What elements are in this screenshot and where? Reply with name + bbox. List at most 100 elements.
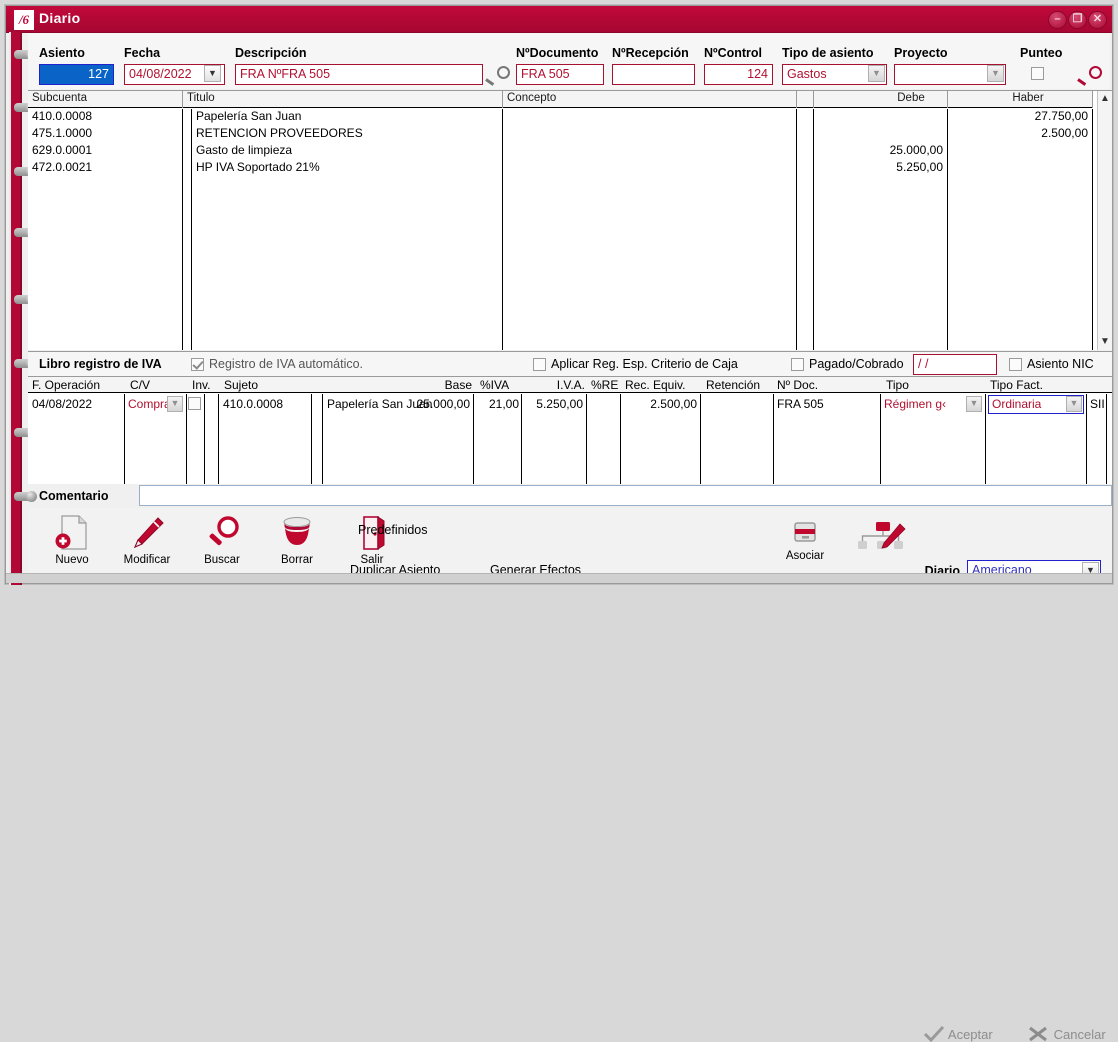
iva-col-pct-iva[interactable]: %IVA	[480, 378, 509, 392]
grid-col-subcuenta[interactable]: Subcuenta	[32, 92, 87, 104]
asociar-button[interactable]: Asociar	[770, 520, 840, 562]
cv-chevron-down-icon[interactable]: ▼	[167, 396, 183, 412]
cell-tipo[interactable]: Régimen g‹	[884, 397, 946, 411]
asiento-header-form: Asiento 127 Fecha 04/08/2022 ▼ Descripci…	[28, 33, 1110, 106]
cell-titulo: Papelería San Juan	[196, 109, 302, 123]
table-row[interactable]: 472.0.0021 HP IVA Soportado 21% 5.250,00	[28, 160, 1093, 177]
borrar-button[interactable]: Borrar	[260, 514, 334, 566]
descripcion-input[interactable]: FRA NºFRA 505	[235, 64, 483, 85]
scroll-up-icon[interactable]: ▲	[1098, 91, 1112, 107]
fecha-dropdown-icon[interactable]: ▼	[204, 65, 221, 82]
title-bar[interactable]: /6 Diario – ❐ ✕	[6, 6, 1112, 33]
iva-col-iva[interactable]: I.V.A.	[523, 378, 585, 392]
buscar-button[interactable]: Buscar	[185, 514, 259, 566]
iva-col-n-doc[interactable]: Nº Doc.	[777, 378, 818, 392]
pagado-cobrado-checkbox[interactable]	[791, 358, 804, 371]
grid-vertical-scrollbar[interactable]: ▲ ▼	[1097, 91, 1112, 350]
cell-base: 25.000,00	[416, 397, 470, 411]
comentario-label: Comentario	[39, 489, 109, 503]
criterio-caja-checkbox[interactable]	[533, 358, 546, 371]
registro-iva-automatico-checkbox[interactable]	[191, 358, 204, 371]
inv-checkbox[interactable]	[188, 397, 201, 410]
organigrama-icon[interactable]	[854, 520, 914, 554]
binder-spine	[9, 32, 37, 585]
trash-icon	[260, 514, 334, 552]
scroll-down-icon[interactable]: ▼	[1098, 334, 1112, 350]
cell-pct-iva: 21,00	[488, 397, 519, 411]
comentario-input[interactable]	[139, 485, 1112, 506]
grid-col-debe[interactable]: Debe	[866, 92, 956, 104]
grid-col-titulo[interactable]: Titulo	[187, 92, 215, 104]
asiento-label: Asiento	[39, 46, 85, 60]
cell-debe: 5.250,00	[896, 160, 943, 174]
iva-col-f-operacion[interactable]: F. Operación	[32, 378, 100, 392]
proyecto-label: Proyecto	[894, 46, 948, 60]
tipo-asiento-chevron-down-icon[interactable]: ▼	[868, 65, 885, 82]
minimize-icon[interactable]: –	[1048, 11, 1067, 29]
modificar-button[interactable]: Modificar	[110, 514, 184, 566]
table-row[interactable]: 04/08/2022 Compra ▼ 410.0.0008 Papelería…	[28, 394, 1112, 414]
asiento-input[interactable]: 127	[39, 64, 114, 85]
iva-body[interactable]: 04/08/2022 Compra ▼ 410.0.0008 Papelería…	[28, 394, 1112, 484]
iva-col-pct-re[interactable]: %RE	[591, 378, 618, 392]
table-row[interactable]: 410.0.0008 Papelería San Juan 27.750,00	[28, 109, 1093, 126]
iva-section-title: Libro registro de IVA	[39, 357, 162, 371]
iva-col-retencion[interactable]: Retención	[706, 378, 760, 392]
ncontrol-label: NºControl	[704, 46, 763, 60]
table-row[interactable]: 475.1.0000 RETENCION PROVEEDORES 2.500,0…	[28, 126, 1093, 143]
grid-col-haber[interactable]: Haber	[983, 92, 1073, 104]
app-logo-icon: /6	[14, 10, 34, 30]
descripcion-search-icon[interactable]	[485, 66, 510, 86]
iva-col-base[interactable]: Base	[398, 378, 472, 392]
grid-body[interactable]: 410.0.0008 Papelería San Juan 27.750,00 …	[28, 109, 1093, 350]
aceptar-button[interactable]: Aceptar	[923, 1025, 993, 1042]
iva-col-sujeto[interactable]: Sujeto	[224, 378, 258, 392]
tipo-fact-chevron-down-icon[interactable]: ▼	[1066, 396, 1082, 412]
archive-box-icon	[770, 520, 840, 548]
nuevo-button[interactable]: Nuevo	[35, 514, 109, 566]
iva-col-cv[interactable]: C/V	[130, 378, 150, 392]
iva-col-tipo-fact[interactable]: Tipo Fact.	[990, 378, 1043, 392]
close-icon[interactable]: ✕	[1088, 11, 1107, 29]
descripcion-label: Descripción	[235, 46, 307, 60]
tipo-chevron-down-icon[interactable]: ▼	[966, 396, 982, 412]
ndocumento-input[interactable]: FRA 505	[516, 64, 604, 85]
cell-f-operacion: 04/08/2022	[32, 397, 93, 411]
aceptar-label: Aceptar	[947, 1027, 993, 1042]
nrecepcion-input[interactable]	[612, 64, 695, 85]
iva-options-bar: Libro registro de IVA Registro de IVA au…	[28, 351, 1112, 376]
modificar-label: Modificar	[123, 554, 171, 566]
punteo-search-icon[interactable]	[1077, 66, 1102, 86]
iva-col-inv[interactable]: Inv.	[192, 378, 210, 392]
pagado-cobrado-label: Pagado/Cobrado	[809, 357, 904, 371]
punteo-checkbox[interactable]	[1031, 67, 1044, 80]
iva-header-row: F. Operación C/V Inv. Sujeto Base %IVA I…	[28, 376, 1112, 393]
cell-sii: SII	[1090, 397, 1105, 411]
tipo-asiento-label: Tipo de asiento	[782, 46, 874, 60]
binder-pin-icon	[14, 491, 37, 502]
window-title: Diario	[39, 10, 81, 26]
cell-retencion: 2.500,00	[650, 397, 697, 411]
iva-register-grid: F. Operación C/V Inv. Sujeto Base %IVA I…	[28, 376, 1112, 484]
status-bar	[6, 573, 1112, 583]
cell-titulo: HP IVA Soportado 21%	[196, 160, 320, 174]
cell-subcuenta: 410.0.0008	[32, 109, 93, 123]
cell-cv[interactable]: Compra	[128, 397, 171, 411]
diario-window: /6 Diario – ❐ ✕ Asiento 127 Fecha 04/08/…	[5, 5, 1113, 1042]
cancelar-button[interactable]: Cancelar	[1028, 1026, 1106, 1042]
salir-button[interactable]: Salir	[335, 514, 409, 566]
buscar-label: Buscar	[204, 554, 240, 566]
asiento-nic-checkbox[interactable]	[1009, 358, 1022, 371]
grid-col-concepto[interactable]: Concepto	[507, 92, 556, 104]
borrar-label: Borrar	[281, 554, 313, 566]
maximize-icon[interactable]: ❐	[1068, 11, 1087, 29]
table-row[interactable]: 629.0.0001 Gasto de limpieza 25.000,00	[28, 143, 1093, 160]
fecha-pago-input[interactable]: / /	[913, 354, 997, 375]
ncontrol-input[interactable]: 124	[704, 64, 773, 85]
proyecto-chevron-down-icon[interactable]: ▼	[987, 65, 1004, 82]
predefinidos-link[interactable]: Predefinidos	[358, 523, 428, 537]
cell-titulo: RETENCION PROVEEDORES	[196, 126, 363, 140]
iva-col-rec-equiv[interactable]: Rec. Equiv.	[625, 378, 685, 392]
punteo-label: Punteo	[1020, 46, 1063, 60]
iva-col-tipo[interactable]: Tipo	[886, 378, 909, 392]
